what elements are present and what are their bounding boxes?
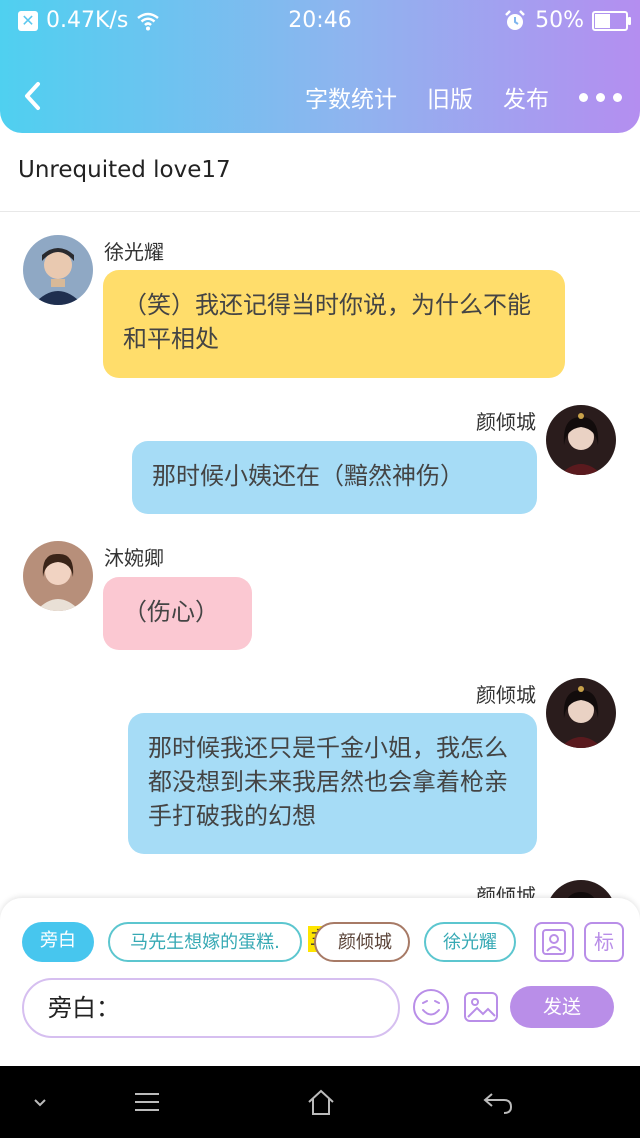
message-bubble[interactable]: 那时候我还只是千金小姐，我怎么都没想到未来我居然也会拿着枪亲手打破我的幻想	[128, 713, 537, 854]
story-title[interactable]: Unrequited love17	[18, 157, 231, 183]
top-bar: ✕ 0.47K/s 20:46 50% 字数统计 旧版 发布	[0, 0, 640, 133]
more-menu-icon[interactable]	[579, 92, 622, 102]
speaker-name: 颜倾城	[476, 410, 536, 434]
word-count-button[interactable]: 字数统计	[305, 80, 397, 114]
role-chip[interactable]: 徐光耀	[424, 922, 516, 962]
back-icon[interactable]	[482, 1088, 514, 1116]
mark-button[interactable]: 标	[584, 922, 624, 962]
role-chip[interactable]: 马先生想嫁的蛋糕.	[108, 922, 302, 962]
speaker-name: 徐光耀	[104, 240, 164, 264]
message-bubble[interactable]: （伤心）	[103, 577, 252, 650]
story-title-bar: Unrequited love17	[0, 133, 640, 212]
avatar[interactable]	[23, 235, 93, 305]
character-card-icon[interactable]	[534, 922, 574, 962]
chevron-down-icon[interactable]	[30, 1088, 50, 1116]
composer-panel: 旁白 马先生想嫁的蛋糕. 主 颜倾城 徐光耀 标 旁白： 发送	[0, 898, 640, 1066]
emoji-icon[interactable]	[412, 988, 450, 1026]
role-chip[interactable]: 颜倾城	[314, 922, 410, 962]
send-button[interactable]: 发送	[510, 986, 614, 1028]
back-arrow-icon[interactable]	[18, 78, 48, 114]
role-chip-narrator[interactable]: 旁白	[22, 922, 94, 962]
avatar[interactable]	[546, 678, 616, 748]
image-icon[interactable]	[462, 988, 500, 1026]
home-icon[interactable]	[306, 1088, 336, 1116]
alarm-icon	[505, 9, 525, 30]
status-bar: ✕ 0.47K/s 20:46 50%	[0, 8, 640, 38]
role-selector: 旁白 马先生想嫁的蛋糕. 主 颜倾城 徐光耀 标	[22, 922, 624, 964]
publish-button[interactable]: 发布	[503, 80, 549, 114]
message-input[interactable]: 旁白：	[22, 978, 400, 1038]
battery-percent: 50%	[535, 8, 584, 33]
speaker-name: 沐婉卿	[104, 546, 164, 570]
message-bubble[interactable]: （笑）我还记得当时你说，为什么不能和平相处	[103, 270, 565, 378]
message-bubble[interactable]: 那时候小姨还在（黯然神伤）	[132, 441, 537, 514]
old-version-button[interactable]: 旧版	[427, 80, 473, 114]
battery-icon	[592, 10, 631, 31]
avatar[interactable]	[23, 541, 93, 611]
avatar[interactable]	[546, 405, 616, 475]
menu-icon[interactable]	[132, 1088, 162, 1116]
system-nav-bar	[0, 1066, 640, 1138]
nav-row: 字数统计 旧版 发布	[0, 72, 640, 122]
speaker-name: 颜倾城	[476, 683, 536, 707]
